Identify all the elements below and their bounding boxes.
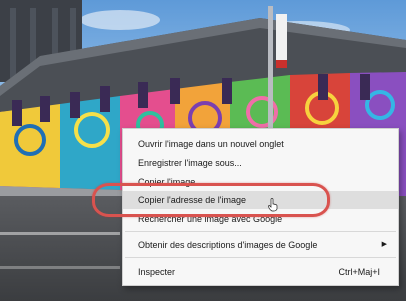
menu-item-label: Ouvrir l'image dans un nouvel onglet bbox=[138, 139, 284, 149]
menu-item-label: Rechercher une image avec Google bbox=[138, 214, 283, 224]
menu-item-label: Copier l'image bbox=[138, 177, 196, 187]
right-triangle-icon: ▶ bbox=[381, 241, 387, 248]
menu-item-label: Obtenir des descriptions d'images de Goo… bbox=[138, 240, 318, 250]
menu-item-search-image-google[interactable]: Rechercher une image avec Google bbox=[123, 210, 398, 228]
menu-separator bbox=[125, 257, 396, 258]
menu-item-label: Inspecter bbox=[138, 267, 176, 277]
menu-separator bbox=[125, 231, 396, 232]
menu-item-copy-image-address[interactable]: Copier l'adresse de l'image bbox=[123, 191, 398, 209]
menu-item-open-image-new-tab[interactable]: Ouvrir l'image dans un nouvel onglet bbox=[123, 135, 398, 153]
menu-item-label: Enregistrer l'image sous... bbox=[138, 158, 242, 168]
menu-item-get-image-descriptions[interactable]: Obtenir des descriptions d'images de Goo… bbox=[123, 236, 398, 254]
menu-item-copy-image[interactable]: Copier l'image bbox=[123, 173, 398, 191]
context-menu: Ouvrir l'image dans un nouvel onglet Enr… bbox=[122, 128, 399, 286]
menu-item-shortcut: Ctrl+Maj+I bbox=[338, 267, 380, 277]
hand-pointer-icon bbox=[268, 198, 278, 212]
menu-item-save-image-as[interactable]: Enregistrer l'image sous... bbox=[123, 154, 398, 172]
menu-item-inspect[interactable]: Inspecter Ctrl+Maj+I bbox=[123, 263, 398, 281]
menu-item-label: Copier l'adresse de l'image bbox=[138, 195, 246, 205]
